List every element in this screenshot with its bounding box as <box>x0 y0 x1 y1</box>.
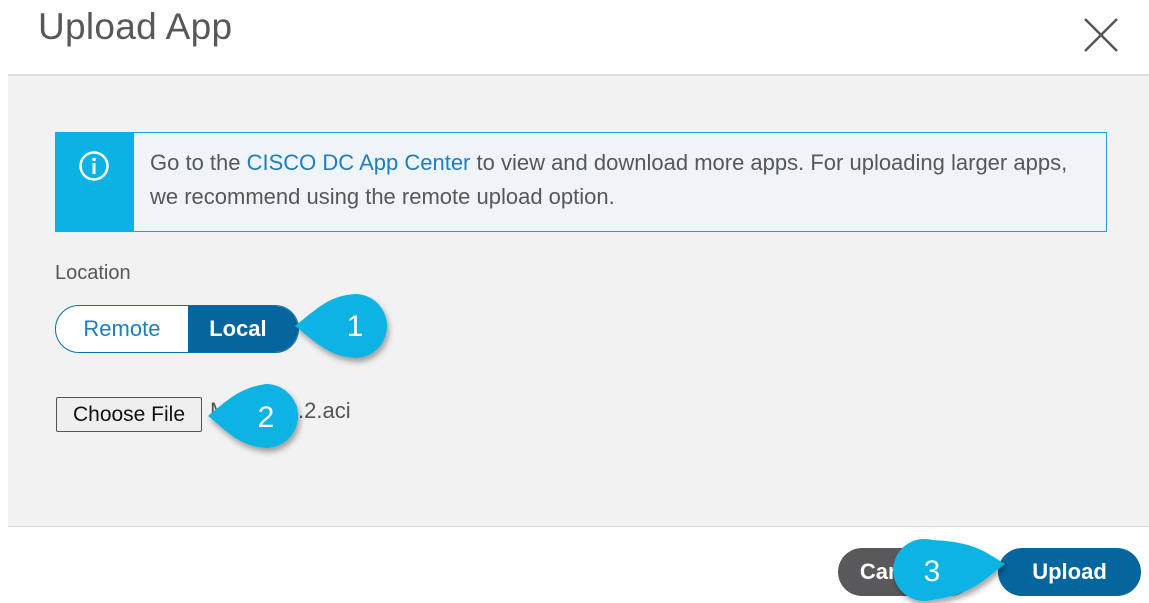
app-center-link[interactable]: CISCO DC App Center <box>247 150 471 175</box>
dialog-title: Upload App <box>38 6 233 47</box>
callout-marker-3: 3 <box>893 539 1005 601</box>
location-remote-option[interactable]: Remote <box>56 306 188 352</box>
info-alert-text: Go to the CISCO DC App Center to view an… <box>150 150 1068 209</box>
location-label: Location <box>55 262 131 284</box>
location-toggle: Remote Local <box>55 305 299 353</box>
close-icon[interactable] <box>1080 14 1122 56</box>
callout-number-1: 1 <box>347 310 364 343</box>
footer-divider <box>8 526 1149 527</box>
callout-number-2: 2 <box>258 401 275 434</box>
location-local-option[interactable]: Local <box>187 306 298 352</box>
info-icon <box>79 151 109 181</box>
choose-file-button[interactable]: Choose File <box>56 397 202 432</box>
callout-marker-1: 1 <box>295 294 387 358</box>
info-alert-accent <box>55 132 134 232</box>
callout-number-3: 3 <box>924 555 941 588</box>
callout-marker-2: 2 <box>208 384 298 448</box>
